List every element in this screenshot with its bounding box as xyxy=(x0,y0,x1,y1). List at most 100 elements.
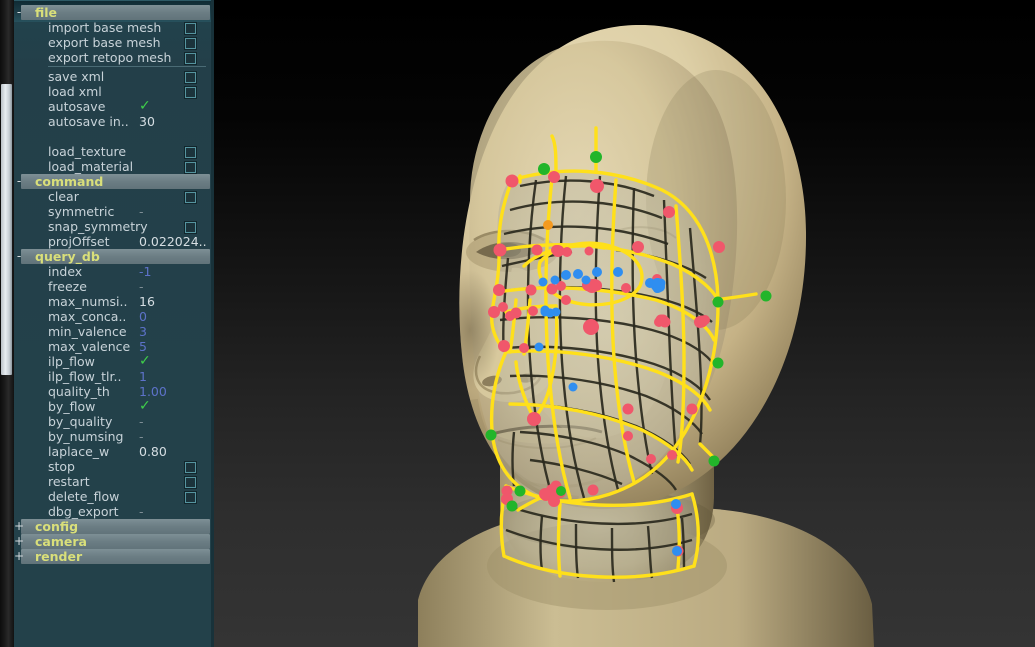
panel-row-max_numsi-[interactable]: max_numsi.. 16 xyxy=(21,294,211,309)
row-label: save xml xyxy=(48,69,105,84)
section-header-query_db[interactable]: - query_db xyxy=(17,249,210,264)
row-checkmark-icon[interactable]: ✓ xyxy=(139,354,151,369)
section-label: config xyxy=(35,519,79,534)
panel-row-quality_th[interactable]: quality_th 1.00 xyxy=(21,384,211,399)
row-label: by_flow xyxy=(48,399,96,414)
row-value[interactable]: 16 xyxy=(139,294,155,309)
row-label: delete_flow xyxy=(48,489,120,504)
row-value[interactable]: 1 xyxy=(139,369,147,384)
panel-row-ilp_flow[interactable]: ilp_flow ✓ xyxy=(21,354,211,370)
panel-row-ilp_flow_tlr-[interactable]: ilp_flow_tlr.. 1 xyxy=(21,369,211,384)
row-checkbox[interactable] xyxy=(185,162,196,173)
row-checkbox[interactable] xyxy=(185,38,196,49)
row-value[interactable]: 1.00 xyxy=(139,384,167,399)
row-value[interactable]: - xyxy=(139,504,144,519)
section-header-render[interactable]: + render xyxy=(14,549,210,564)
row-value[interactable]: - xyxy=(139,414,144,429)
section-label: render xyxy=(35,549,83,564)
row-value[interactable]: - xyxy=(139,279,144,294)
panel-row-export-base-mesh[interactable]: export base mesh xyxy=(21,35,211,50)
row-label: restart xyxy=(48,474,90,489)
row-label: load_material xyxy=(48,159,134,174)
row-label: export base mesh xyxy=(48,35,161,50)
row-label: max_valence xyxy=(48,339,131,354)
panel-row-by_numsing[interactable]: by_numsing - xyxy=(21,429,211,444)
row-value[interactable]: 3 xyxy=(139,324,147,339)
divider xyxy=(48,66,206,67)
panel-row-autosave[interactable]: autosave ✓ xyxy=(21,99,211,115)
sketchretopo-panel[interactable]: SketchRetopo2 -fileimport base meshexpor… xyxy=(14,0,214,647)
row-checkbox[interactable] xyxy=(185,492,196,503)
row-value[interactable]: -1 xyxy=(139,264,151,279)
section-label: query_db xyxy=(35,249,100,264)
row-checkbox[interactable] xyxy=(185,192,196,203)
panel-row-symmetric[interactable]: symmetric - xyxy=(21,204,211,219)
row-label: min_valence xyxy=(48,324,127,339)
panel-row-snap_symmetry[interactable]: snap_symmetry xyxy=(21,219,211,234)
row-label: quality_th xyxy=(48,384,110,399)
section-header-camera[interactable]: + camera xyxy=(14,534,210,549)
panel-row-min_valence[interactable]: min_valence 3 xyxy=(21,324,211,339)
section-header-command[interactable]: - command xyxy=(17,174,210,189)
collapse-icon[interactable]: - xyxy=(14,174,24,189)
row-value[interactable]: 0 xyxy=(139,309,147,324)
panel-row-projoffset[interactable]: projOffset 0.022024.. xyxy=(21,234,211,249)
row-checkbox[interactable] xyxy=(185,222,196,233)
row-label: by_numsing xyxy=(48,429,124,444)
row-value[interactable]: - xyxy=(139,204,144,219)
panel-row-export-retopo-mesh[interactable]: export retopo mesh xyxy=(21,50,211,65)
row-checkbox[interactable] xyxy=(185,72,196,83)
row-label: ilp_flow_tlr.. xyxy=(48,369,122,384)
panel-row-load-xml[interactable]: load xml xyxy=(21,84,211,99)
vertical-scrollbar[interactable] xyxy=(0,0,14,647)
row-checkbox[interactable] xyxy=(185,87,196,98)
row-checkbox[interactable] xyxy=(185,477,196,488)
row-checkbox[interactable] xyxy=(185,147,196,158)
panel-row-by_quality[interactable]: by_quality - xyxy=(21,414,211,429)
row-checkbox[interactable] xyxy=(185,462,196,473)
section-header-file[interactable]: - file xyxy=(17,5,210,20)
section-label: file xyxy=(35,5,58,20)
row-label: autosave xyxy=(48,99,106,114)
row-label: snap_symmetry xyxy=(48,219,148,234)
row-label: projOffset xyxy=(48,234,110,249)
row-value[interactable]: 0.022024.. xyxy=(139,234,207,249)
panel-row-autosave-in-[interactable]: autosave in.. 30 xyxy=(21,114,211,129)
row-label: index xyxy=(48,264,83,279)
row-checkbox[interactable] xyxy=(185,53,196,64)
panel-row-dbg_export[interactable]: dbg_export - xyxy=(21,504,211,519)
panel-row-restart[interactable]: restart xyxy=(21,474,211,489)
collapse-icon[interactable]: - xyxy=(14,5,24,20)
expand-icon[interactable]: + xyxy=(14,519,24,534)
panel-row-max_valence[interactable]: max_valence 5 xyxy=(21,339,211,354)
panel-row-laplace_w[interactable]: laplace_w 0.80 xyxy=(21,444,211,459)
panel-row-by_flow[interactable]: by_flow ✓ xyxy=(21,399,211,415)
scrollbar-thumb[interactable] xyxy=(1,84,12,376)
panel-row-stop[interactable]: stop xyxy=(21,459,211,474)
row-value[interactable]: 30 xyxy=(139,114,155,129)
collapse-icon[interactable]: - xyxy=(14,249,24,264)
section-header-config[interactable]: + config xyxy=(14,519,210,534)
row-value[interactable]: 0.80 xyxy=(139,444,167,459)
panel-row-index[interactable]: index -1 xyxy=(21,264,211,279)
panel-row-save-xml[interactable]: save xml xyxy=(21,69,211,84)
panel-row-load_material[interactable]: load_material xyxy=(21,159,211,174)
row-value[interactable]: 5 xyxy=(139,339,147,354)
panel-row-load_texture[interactable]: load_texture xyxy=(21,144,211,159)
row-value[interactable]: - xyxy=(139,429,144,444)
row-checkmark-icon[interactable]: ✓ xyxy=(139,99,151,114)
panel-row-max_conca-[interactable]: max_conca.. 0 xyxy=(21,309,211,324)
panel-row-freeze[interactable]: freeze - xyxy=(21,279,211,294)
row-label: dbg_export xyxy=(48,504,119,519)
section-label: camera xyxy=(35,534,87,549)
row-label: symmetric xyxy=(48,204,115,219)
row-checkmark-icon[interactable]: ✓ xyxy=(139,399,151,414)
panel-body: - file import base mesh export base mesh exp… xyxy=(14,0,211,564)
panel-row-import-base-mesh[interactable]: import base mesh xyxy=(21,20,211,35)
expand-icon[interactable]: + xyxy=(14,549,24,564)
expand-icon[interactable]: + xyxy=(14,534,24,549)
row-checkbox[interactable] xyxy=(185,23,196,34)
panel-row-delete_flow[interactable]: delete_flow xyxy=(21,489,211,504)
panel-row-clear[interactable]: clear xyxy=(21,189,211,204)
row-label: clear xyxy=(48,189,79,204)
